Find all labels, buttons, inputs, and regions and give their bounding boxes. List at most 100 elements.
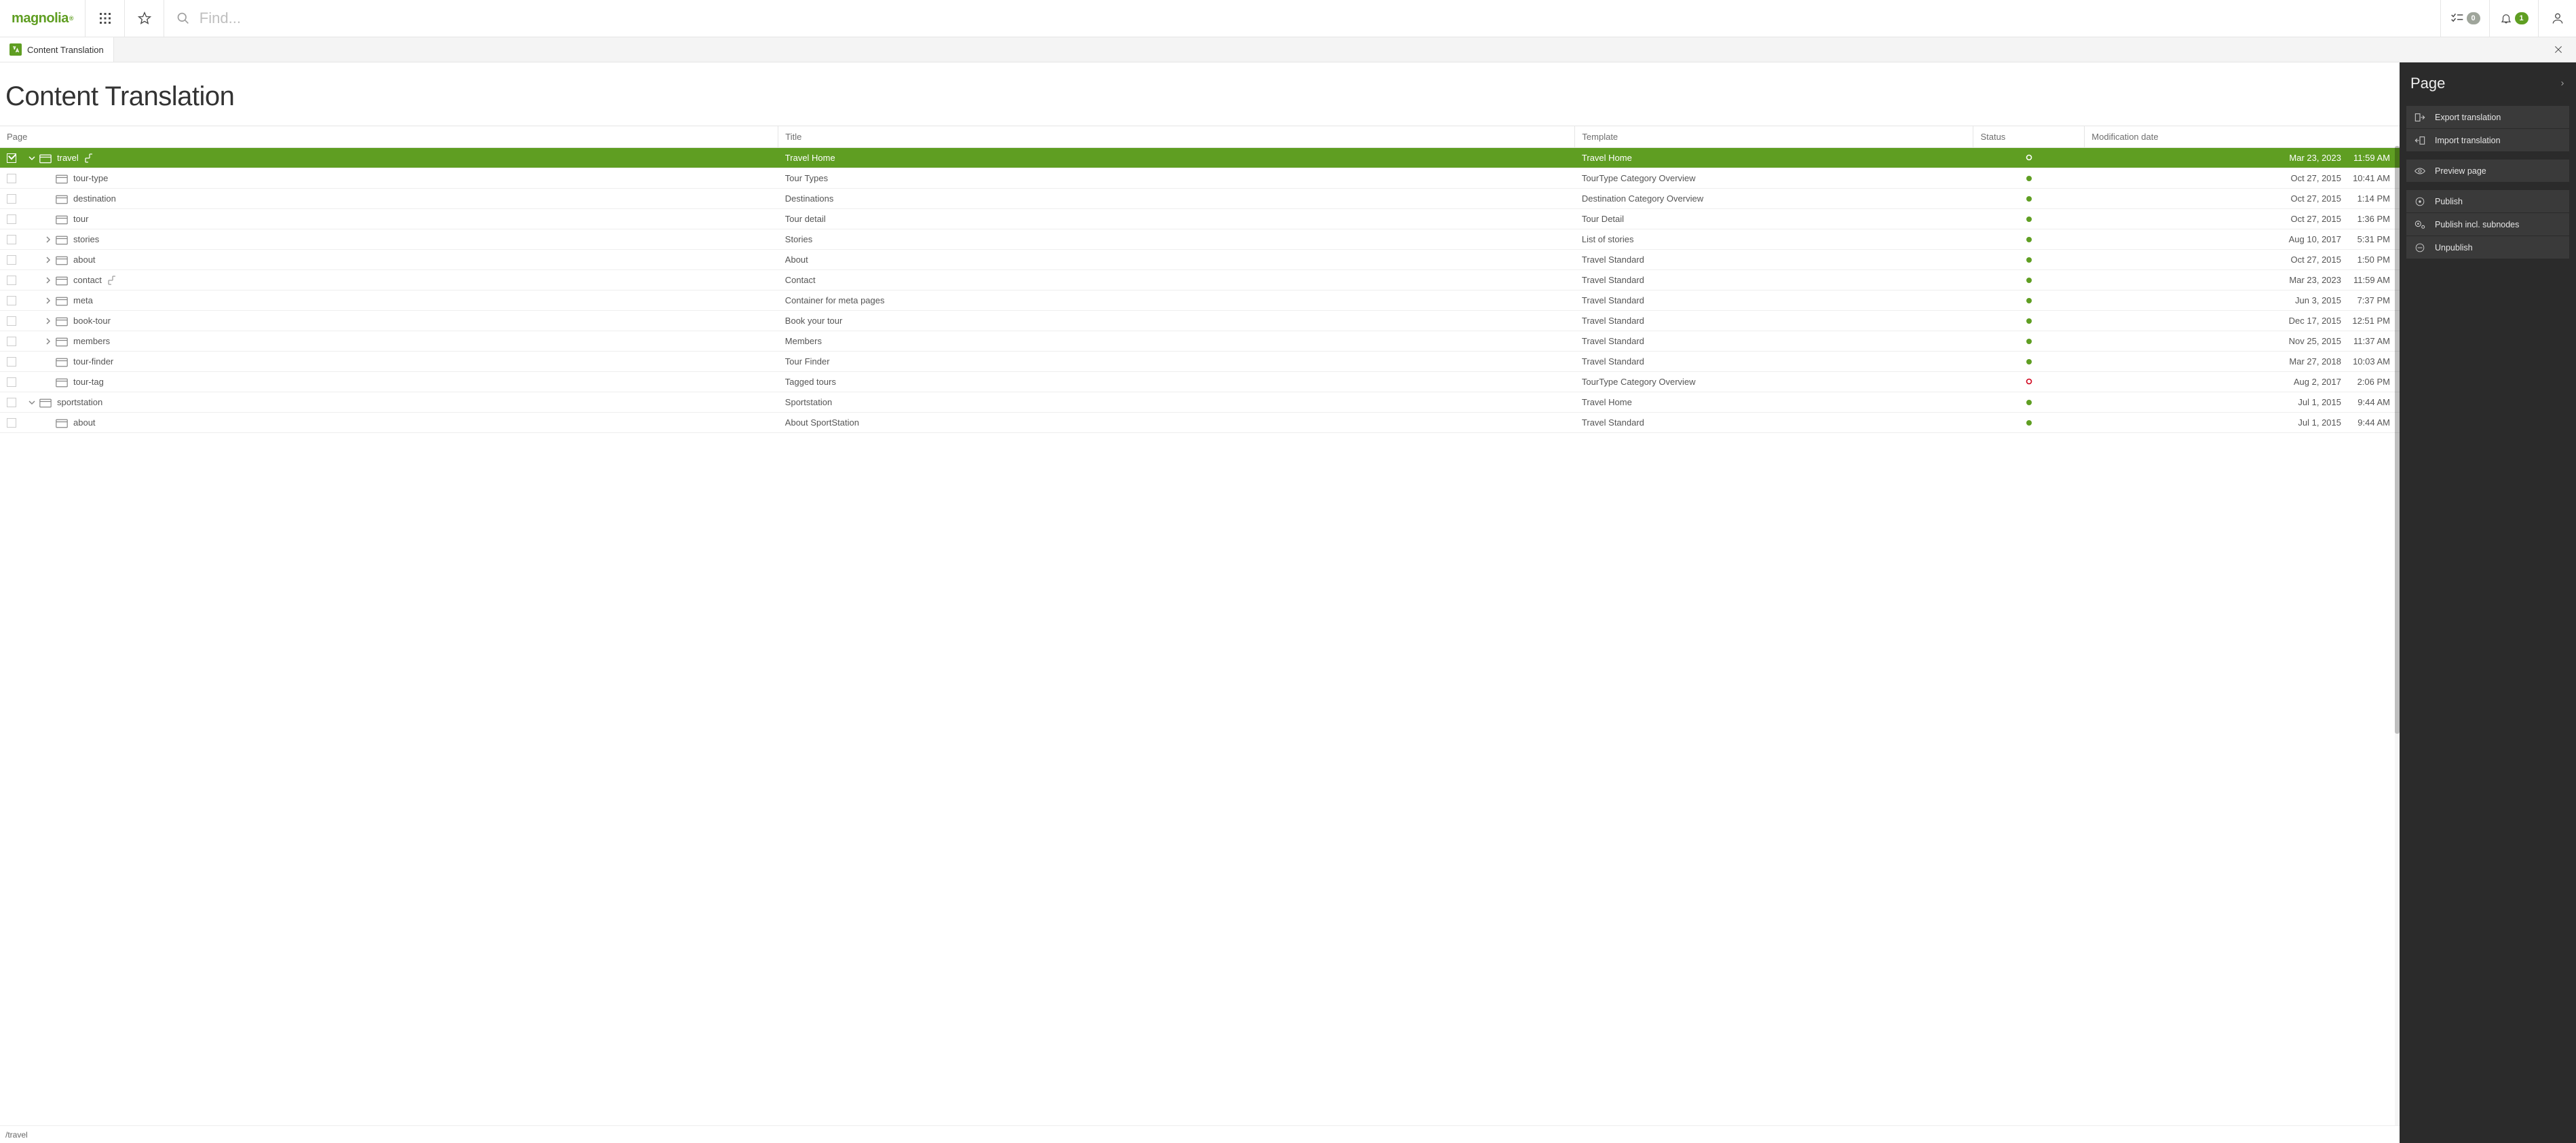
row-status [1973,392,2085,413]
tab-content-translation[interactable]: Content Translation [0,37,114,62]
row-template: Travel Standard [1575,270,1973,291]
column-header-page[interactable]: Page [0,126,778,148]
vertical-scrollbar[interactable] [2395,146,2400,1125]
actions-header[interactable]: Page [2406,75,2569,106]
row-template: Travel Home [1575,148,1973,168]
table-row[interactable]: aboutAbout SportStationTravel StandardJu… [0,413,2400,433]
action-preview[interactable]: Preview page [2406,160,2569,182]
page-icon [39,154,50,162]
tab-label: Content Translation [27,45,104,55]
app-launcher-button[interactable] [85,0,124,37]
expander-toggle[interactable] [27,398,37,407]
expander-toggle[interactable] [43,296,53,305]
row-checkbox[interactable] [7,276,16,285]
table-row[interactable]: storiesStoriesList of storiesAug 10, 201… [0,229,2400,250]
expander-toggle[interactable] [27,153,37,163]
table-row[interactable]: travelTravel HomeTravel HomeMar 23, 2023… [0,148,2400,168]
expander-toggle[interactable] [43,316,53,326]
grid-wrap[interactable]: Page Title Template Status Modification … [0,126,2400,1125]
table-row[interactable]: sportstationSportstationTravel HomeJul 1… [0,392,2400,413]
unpublish-icon [2414,243,2425,252]
favorites-button[interactable] [124,0,164,37]
page-icon [56,317,67,325]
row-title: Travel Home [778,148,1575,168]
row-title: Tour Finder [778,352,1575,372]
action-import[interactable]: Import translation [2406,129,2569,151]
row-template: TourType Category Overview [1575,168,1973,189]
action-unpublish[interactable]: Unpublish [2406,236,2569,259]
row-checkbox[interactable] [7,194,16,204]
row-template: List of stories [1575,229,1973,250]
row-checkbox[interactable] [7,418,16,428]
row-date: Mar 27, 201810:03 AM [2085,352,2400,372]
page-icon [56,358,67,366]
table-row[interactable]: tour-tagTagged toursTourType Category Ov… [0,372,2400,392]
row-checkbox[interactable] [7,214,16,224]
logo-text: magnolia [12,11,69,26]
global-search [164,0,2440,37]
action-publish-incl[interactable]: Publish incl. subnodes [2406,213,2569,236]
row-date: Oct 27, 201510:41 AM [2085,168,2400,189]
action-publish[interactable]: Publish [2406,190,2569,212]
row-checkbox[interactable] [7,235,16,244]
row-status [1973,168,2085,189]
row-date: Oct 27, 20151:50 PM [2085,250,2400,270]
row-status [1973,250,2085,270]
grid-icon [99,12,111,24]
row-checkbox[interactable] [7,398,16,407]
actions-panel-title: Page [2410,75,2445,92]
logo-trademark: ® [69,15,73,22]
row-date: Mar 23, 202311:59 AM [2085,270,2400,291]
row-page-name: about [73,255,96,265]
column-header-status[interactable]: Status [1973,126,2085,148]
row-checkbox[interactable] [7,296,16,305]
expander-toggle[interactable] [43,276,53,285]
translate-icon [10,43,22,56]
top-header: magnolia® 0 1 [0,0,2576,37]
column-header-date[interactable]: Modification date [2085,126,2400,148]
tasks-badge: 0 [2467,12,2480,24]
table-row[interactable]: aboutAboutTravel StandardOct 27, 20151:5… [0,250,2400,270]
row-checkbox[interactable] [7,255,16,265]
expander-toggle[interactable] [43,337,53,346]
close-tab-button[interactable] [2547,39,2569,60]
page-icon [56,236,67,244]
row-page-name: members [73,336,110,346]
row-page-name: travel [57,153,79,163]
table-row[interactable]: tour-finderTour FinderTravel StandardMar… [0,352,2400,372]
row-checkbox[interactable] [7,174,16,183]
row-date: Jul 1, 20159:44 AM [2085,392,2400,413]
inheritance-icon [84,153,94,164]
table-row[interactable]: destinationDestinationsDestination Categ… [0,189,2400,209]
scrollbar-thumb[interactable] [2395,146,2400,734]
row-title: Tour Types [778,168,1575,189]
table-row[interactable]: tourTour detailTour DetailOct 27, 20151:… [0,209,2400,229]
page-icon [56,195,67,203]
actions-panel: Page Export translationImport translatio… [2400,62,2576,1143]
row-checkbox[interactable] [7,377,16,387]
page-icon [39,398,50,407]
column-header-template[interactable]: Template [1575,126,1973,148]
notifications-button[interactable]: 1 [2489,0,2538,37]
action-export[interactable]: Export translation [2406,106,2569,128]
column-header-title[interactable]: Title [778,126,1575,148]
page-icon [56,337,67,345]
profile-button[interactable] [2538,0,2576,37]
row-checkbox[interactable] [7,357,16,367]
search-input[interactable] [200,10,2428,27]
row-status [1973,291,2085,311]
row-title: Sportstation [778,392,1575,413]
table-row[interactable]: book-tourBook your tourTravel StandardDe… [0,311,2400,331]
row-checkbox[interactable] [7,337,16,346]
table-row[interactable]: tour-typeTour TypesTourType Category Ove… [0,168,2400,189]
expander-toggle[interactable] [43,235,53,244]
row-checkbox[interactable] [7,316,16,326]
row-checkbox[interactable] [7,153,16,163]
table-row[interactable]: metaContainer for meta pagesTravel Stand… [0,291,2400,311]
tasks-button[interactable]: 0 [2440,0,2489,37]
table-row[interactable]: membersMembersTravel StandardNov 25, 201… [0,331,2400,352]
expander-toggle[interactable] [43,255,53,265]
row-title: Tagged tours [778,372,1575,392]
table-row[interactable]: contactContactTravel StandardMar 23, 202… [0,270,2400,291]
row-status [1973,229,2085,250]
